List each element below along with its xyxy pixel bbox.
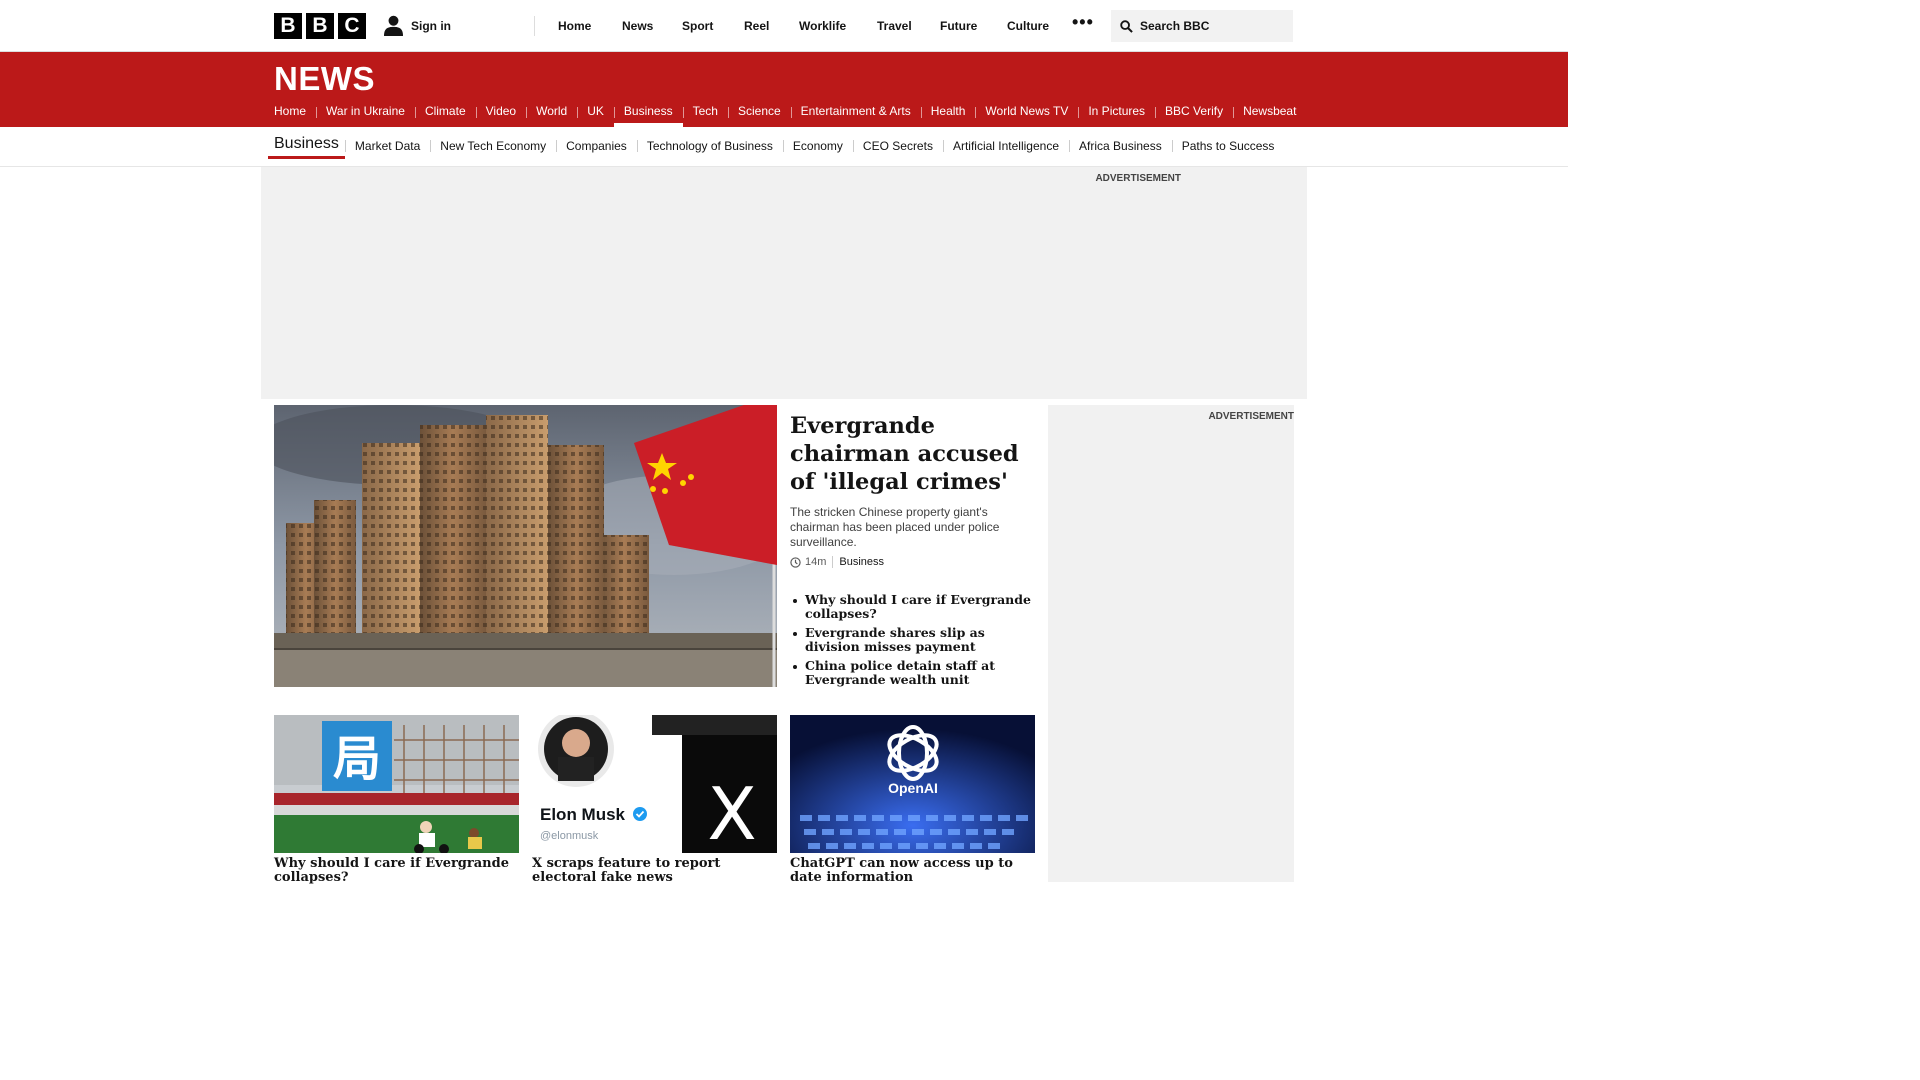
business-section-title[interactable]: Business	[268, 133, 345, 159]
story-card-headline[interactable]: ChatGPT can now access up to date inform…	[790, 857, 1035, 885]
logo-block-b2: B	[306, 13, 334, 39]
top-advertisement[interactable]: ADVERTISEMENT	[261, 167, 1307, 399]
sign-in-label: Sign in	[411, 18, 451, 33]
news-nav-business[interactable]: Business	[613, 104, 683, 127]
global-nav-worklife[interactable]: Worklife	[799, 19, 846, 33]
story-card-headline[interactable]: X scraps feature to report electoral fak…	[532, 857, 777, 885]
logo-block-c: C	[338, 13, 366, 39]
story-card-image: Elon Musk @elonmusk X	[532, 715, 777, 853]
user-icon	[384, 15, 403, 36]
news-nav-health[interactable]: Health	[920, 104, 976, 127]
story-card[interactable]: 局 Why should I care if Evergrande collap…	[274, 715, 519, 885]
subnav-technology-of-business[interactable]: Technology of Business	[636, 135, 783, 157]
evergrande-towers-image	[274, 405, 777, 687]
hero-timestamp: 14m	[805, 556, 827, 568]
news-nav-video[interactable]: Video	[475, 104, 526, 127]
advertisement-label: ADVERTISEMENT	[1095, 173, 1181, 184]
card-image-logo-text: OpenAI	[888, 780, 938, 796]
related-story-link[interactable]: China police detain staff at Evergrande …	[790, 659, 1036, 686]
news-nav-science[interactable]: Science	[727, 104, 791, 127]
hero-meta: 14m Business	[790, 556, 1036, 568]
news-nav-world-news-tv[interactable]: World News TV	[975, 104, 1078, 127]
subnav-companies[interactable]: Companies	[556, 135, 637, 157]
story-card-image: OpenAI	[790, 715, 1035, 853]
subnav-paths-to-success[interactable]: Paths to Success	[1171, 135, 1285, 157]
hero-section-tag[interactable]: Business	[839, 556, 884, 568]
news-nav-home[interactable]: Home	[274, 104, 316, 127]
clock-icon	[790, 556, 801, 568]
side-advertisement[interactable]: ADVERTISEMENT	[1048, 405, 1294, 882]
search-box[interactable]: Search BBC	[1111, 10, 1293, 42]
news-nav-bbc-verify[interactable]: BBC Verify	[1155, 104, 1233, 127]
related-story-link[interactable]: Why should I care if Evergrande collapse…	[790, 593, 1036, 620]
story-card[interactable]: OpenAI ChatGPT can now access up to date…	[790, 715, 1035, 885]
x-logo-icon: X	[707, 772, 756, 853]
search-placeholder: Search BBC	[1140, 19, 1210, 33]
subnav-africa-business[interactable]: Africa Business	[1069, 135, 1172, 157]
related-stories: Why should I care if Evergrande collapse…	[790, 593, 1036, 692]
hero-summary: The stricken Chinese property giant's ch…	[790, 505, 1000, 549]
meta-divider	[832, 556, 834, 568]
global-nav-sport[interactable]: Sport	[682, 19, 713, 33]
news-logo[interactable]: NEWS	[274, 60, 375, 98]
card-image-sign-text: 局	[333, 731, 381, 787]
news-nav-newsbeat[interactable]: Newsbeat	[1233, 104, 1306, 127]
news-nav-in-pictures[interactable]: In Pictures	[1078, 104, 1155, 127]
global-nav-culture[interactable]: Culture	[1007, 19, 1049, 33]
global-nav-future[interactable]: Future	[940, 19, 977, 33]
global-nav-news[interactable]: News	[622, 19, 653, 33]
hero-headline[interactable]: Evergrande chairman accused of 'illegal …	[790, 412, 1036, 496]
global-nav-reel[interactable]: Reel	[744, 19, 769, 33]
bbc-logo[interactable]: B B C	[274, 13, 366, 39]
news-nav-climate[interactable]: Climate	[414, 104, 476, 127]
news-header: NEWS Home War in Ukraine Climate Video W…	[0, 52, 1568, 127]
news-nav: Home War in Ukraine Climate Video World …	[274, 104, 1306, 127]
business-subnav: Business Market Data New Tech Economy Co…	[0, 127, 1568, 167]
card-image-profile-handle: @elonmusk	[540, 830, 599, 842]
search-icon	[1120, 19, 1133, 33]
sign-in-link[interactable]: Sign in	[384, 15, 451, 36]
story-card[interactable]: Elon Musk @elonmusk X X scraps feature t…	[532, 715, 777, 885]
subnav-economy[interactable]: Economy	[782, 135, 853, 157]
global-nav-travel[interactable]: Travel	[877, 19, 912, 33]
hero-image[interactable]	[274, 405, 777, 687]
hero-story: Evergrande chairman accused of 'illegal …	[790, 412, 1036, 568]
more-menu-icon[interactable]: •••	[1072, 13, 1094, 31]
header-divider	[534, 16, 535, 36]
news-nav-war-in-ukraine[interactable]: War in Ukraine	[316, 104, 415, 127]
subnav-new-tech-economy[interactable]: New Tech Economy	[430, 135, 556, 157]
global-nav-home[interactable]: Home	[558, 19, 591, 33]
news-nav-entertainment-arts[interactable]: Entertainment & Arts	[790, 104, 921, 127]
news-nav-tech[interactable]: Tech	[682, 104, 728, 127]
news-nav-uk[interactable]: UK	[577, 104, 614, 127]
subnav-market-data[interactable]: Market Data	[344, 135, 430, 157]
card-image-profile-name: Elon Musk	[540, 805, 626, 824]
logo-block-b1: B	[274, 13, 302, 39]
story-card-image: 局	[274, 715, 519, 853]
subnav-artificial-intelligence[interactable]: Artificial Intelligence	[942, 135, 1069, 157]
related-story-link[interactable]: Evergrande shares slip as division misse…	[790, 626, 1036, 653]
news-nav-world[interactable]: World	[526, 104, 577, 127]
advertisement-label: ADVERTISEMENT	[1208, 411, 1294, 422]
bbc-global-header: B B C Sign in Home News Sport Reel Workl…	[0, 0, 1568, 52]
story-card-headline[interactable]: Why should I care if Evergrande collapse…	[274, 857, 519, 885]
subnav-ceo-secrets[interactable]: CEO Secrets	[852, 135, 943, 157]
